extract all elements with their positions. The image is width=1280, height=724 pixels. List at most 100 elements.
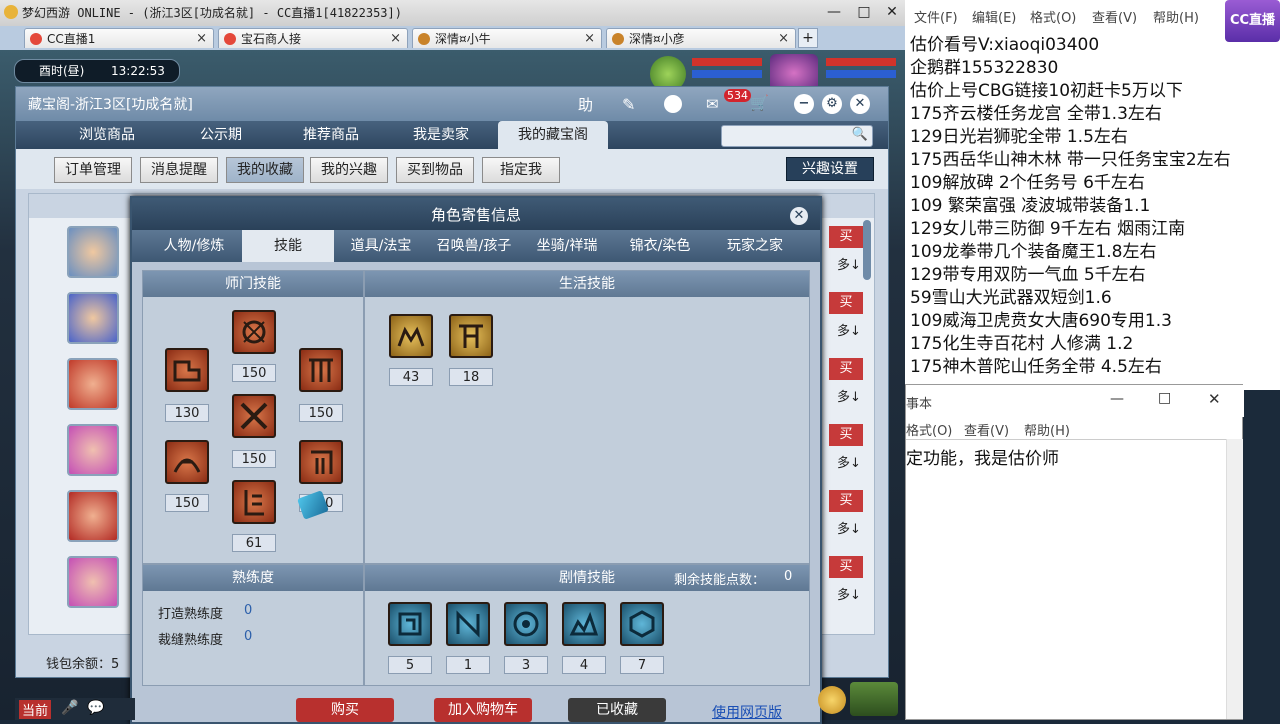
life-skill-icon[interactable] (449, 314, 493, 358)
buy-action-button[interactable]: 购买 (296, 698, 394, 722)
buy-button[interactable]: 买 (829, 490, 863, 512)
character-avatar[interactable] (67, 490, 119, 542)
character-avatar[interactable] (67, 226, 119, 278)
tab-player-home[interactable]: 玩家之家 (710, 230, 800, 262)
nav-tab-public[interactable]: 公示期 (166, 121, 276, 149)
list-scrollbar[interactable] (863, 220, 871, 280)
new-tab-button[interactable]: + (798, 28, 818, 48)
buy-button[interactable]: 买 (829, 424, 863, 446)
designated-me-button[interactable]: 指定我 (482, 157, 560, 183)
more-toggle[interactable]: 多↓ (837, 386, 861, 405)
menu-view[interactable]: 查看(V) (964, 420, 1009, 439)
tab-cc-live[interactable]: CC直播1 × (24, 28, 214, 48)
purchased-items-button[interactable]: 买到物品 (396, 157, 474, 183)
emote-icon[interactable] (818, 686, 846, 714)
message-icon[interactable]: ✉ (706, 95, 719, 113)
school-skill-icon[interactable] (165, 348, 209, 392)
character-avatar[interactable] (67, 424, 119, 476)
tab-shenqing-xiaoyan[interactable]: 深情¤小彦 × (606, 28, 796, 48)
tab-outfits-dye[interactable]: 锦衣/染色 (614, 230, 706, 262)
buy-button[interactable]: 买 (829, 358, 863, 380)
cbg-search-input[interactable]: 🔍 (721, 125, 873, 147)
notepad2-maximize-button[interactable]: □ (1158, 390, 1171, 406)
close-window-button[interactable]: ✕ (878, 2, 906, 22)
tab-close-icon[interactable]: × (196, 29, 207, 49)
my-favorites-button[interactable]: 我的收藏 (226, 157, 304, 183)
maximize-button[interactable]: □ (850, 2, 878, 22)
chat-bubble-icon[interactable]: 💬 (87, 700, 104, 716)
my-interests-button[interactable]: 我的兴趣 (310, 157, 388, 183)
more-toggle[interactable]: 多↓ (837, 518, 861, 537)
story-skill-icon[interactable] (620, 602, 664, 646)
character-avatar[interactable] (67, 292, 119, 344)
close-panel-icon[interactable]: ✕ (850, 94, 870, 114)
tab-mounts[interactable]: 坐骑/祥瑞 (524, 230, 610, 262)
nav-tab-recommend[interactable]: 推荐商品 (276, 121, 386, 149)
message-reminder-button[interactable]: 消息提醒 (140, 157, 218, 183)
channel-current-button[interactable]: 当前 (19, 700, 52, 719)
menu-edit[interactable]: 编辑(E) (972, 7, 1016, 26)
notepad2-title: 事本 (906, 397, 933, 412)
favorited-button[interactable]: 已收藏 (568, 698, 666, 722)
buy-button[interactable]: 买 (829, 556, 863, 578)
help-button[interactable]: 助 (578, 94, 593, 115)
character-avatar[interactable] (67, 358, 119, 410)
more-toggle[interactable]: 多↓ (837, 320, 861, 339)
notepad2-minimize-button[interactable]: — (1110, 391, 1124, 407)
story-skill-icon[interactable] (446, 602, 490, 646)
web-version-link[interactable]: 使用网页版 (712, 702, 782, 722)
menu-view[interactable]: 查看(V) (1092, 7, 1137, 26)
menu-format[interactable]: 格式(O) (1030, 7, 1076, 26)
story-skill-icon[interactable] (504, 602, 548, 646)
microphone-icon[interactable]: 🎤 (61, 700, 78, 716)
cart-icon[interactable]: 🛒 (750, 94, 769, 112)
dialog-close-icon[interactable]: ✕ (790, 207, 808, 225)
tab-character-cultivation[interactable]: 人物/修炼 (148, 230, 240, 262)
notepad2-scrollbar[interactable] (1226, 439, 1243, 719)
tab-skills[interactable]: 技能 (242, 230, 334, 262)
add-to-cart-button[interactable]: 加入购物车 (434, 698, 532, 722)
school-skill-icon[interactable] (232, 480, 276, 524)
order-management-button[interactable]: 订单管理 (54, 157, 132, 183)
life-skill-icon[interactable] (389, 314, 433, 358)
tab-close-icon[interactable]: × (778, 29, 789, 49)
nav-tab-seller[interactable]: 我是卖家 (386, 121, 496, 149)
character-avatar[interactable] (67, 556, 119, 608)
tab-close-icon[interactable]: × (584, 29, 595, 49)
school-skill-icon[interactable] (165, 440, 209, 484)
more-toggle[interactable]: 多↓ (837, 584, 861, 603)
tab-items-treasure[interactable]: 道具/法宝 (338, 230, 424, 262)
system-menu-icon[interactable] (850, 682, 898, 716)
menu-file[interactable]: 文件(F) (914, 7, 958, 26)
tab-gem-merchant[interactable]: 宝石商人接 × (218, 28, 408, 48)
edit-icon[interactable]: ✎ (622, 95, 640, 114)
buy-button[interactable]: 买 (829, 226, 863, 248)
game-clock: 酉时(昼) 13:22:53 (14, 59, 180, 83)
more-toggle[interactable]: 多↓ (837, 254, 861, 273)
buy-button[interactable]: 买 (829, 292, 863, 314)
minimize-panel-icon[interactable]: − (794, 94, 814, 114)
notepad2-text-area[interactable]: 定功能，我是估价师 (906, 439, 1226, 720)
notepad2-close-button[interactable]: ✕ (1208, 390, 1221, 408)
search-icon[interactable]: 🔍 (852, 127, 868, 142)
minimize-button[interactable]: — (820, 2, 848, 22)
menu-help[interactable]: 帮助(H) (1153, 7, 1199, 26)
school-skill-icon[interactable] (232, 394, 276, 438)
more-toggle[interactable]: 多↓ (837, 452, 861, 471)
interest-settings-button[interactable]: 兴趣设置 (786, 157, 874, 181)
school-skill-icon[interactable] (299, 440, 343, 484)
record-icon[interactable] (664, 95, 682, 113)
school-skill-icon[interactable] (232, 310, 276, 354)
menu-help[interactable]: 帮助(H) (1024, 420, 1070, 439)
story-skill-icon[interactable] (562, 602, 606, 646)
tab-summons-children[interactable]: 召唤兽/孩子 (428, 230, 520, 262)
school-skill-icon[interactable] (299, 348, 343, 392)
tab-shenqing-xiaoniu[interactable]: 深情¤小牛 × (412, 28, 602, 48)
tab-close-icon[interactable]: × (390, 29, 401, 49)
story-skill-icon[interactable] (388, 602, 432, 646)
nav-tab-my-cbg[interactable]: 我的藏宝阁 (498, 121, 608, 149)
menu-format[interactable]: 格式(O) (906, 420, 952, 439)
settings-gear-icon[interactable]: ⚙ (822, 94, 842, 114)
nav-tab-browse[interactable]: 浏览商品 (52, 121, 162, 149)
notepad-window-2: 事本 — □ ✕ 格式(O) 查看(V) 帮助(H) 定功能，我是估价师 (905, 384, 1244, 720)
